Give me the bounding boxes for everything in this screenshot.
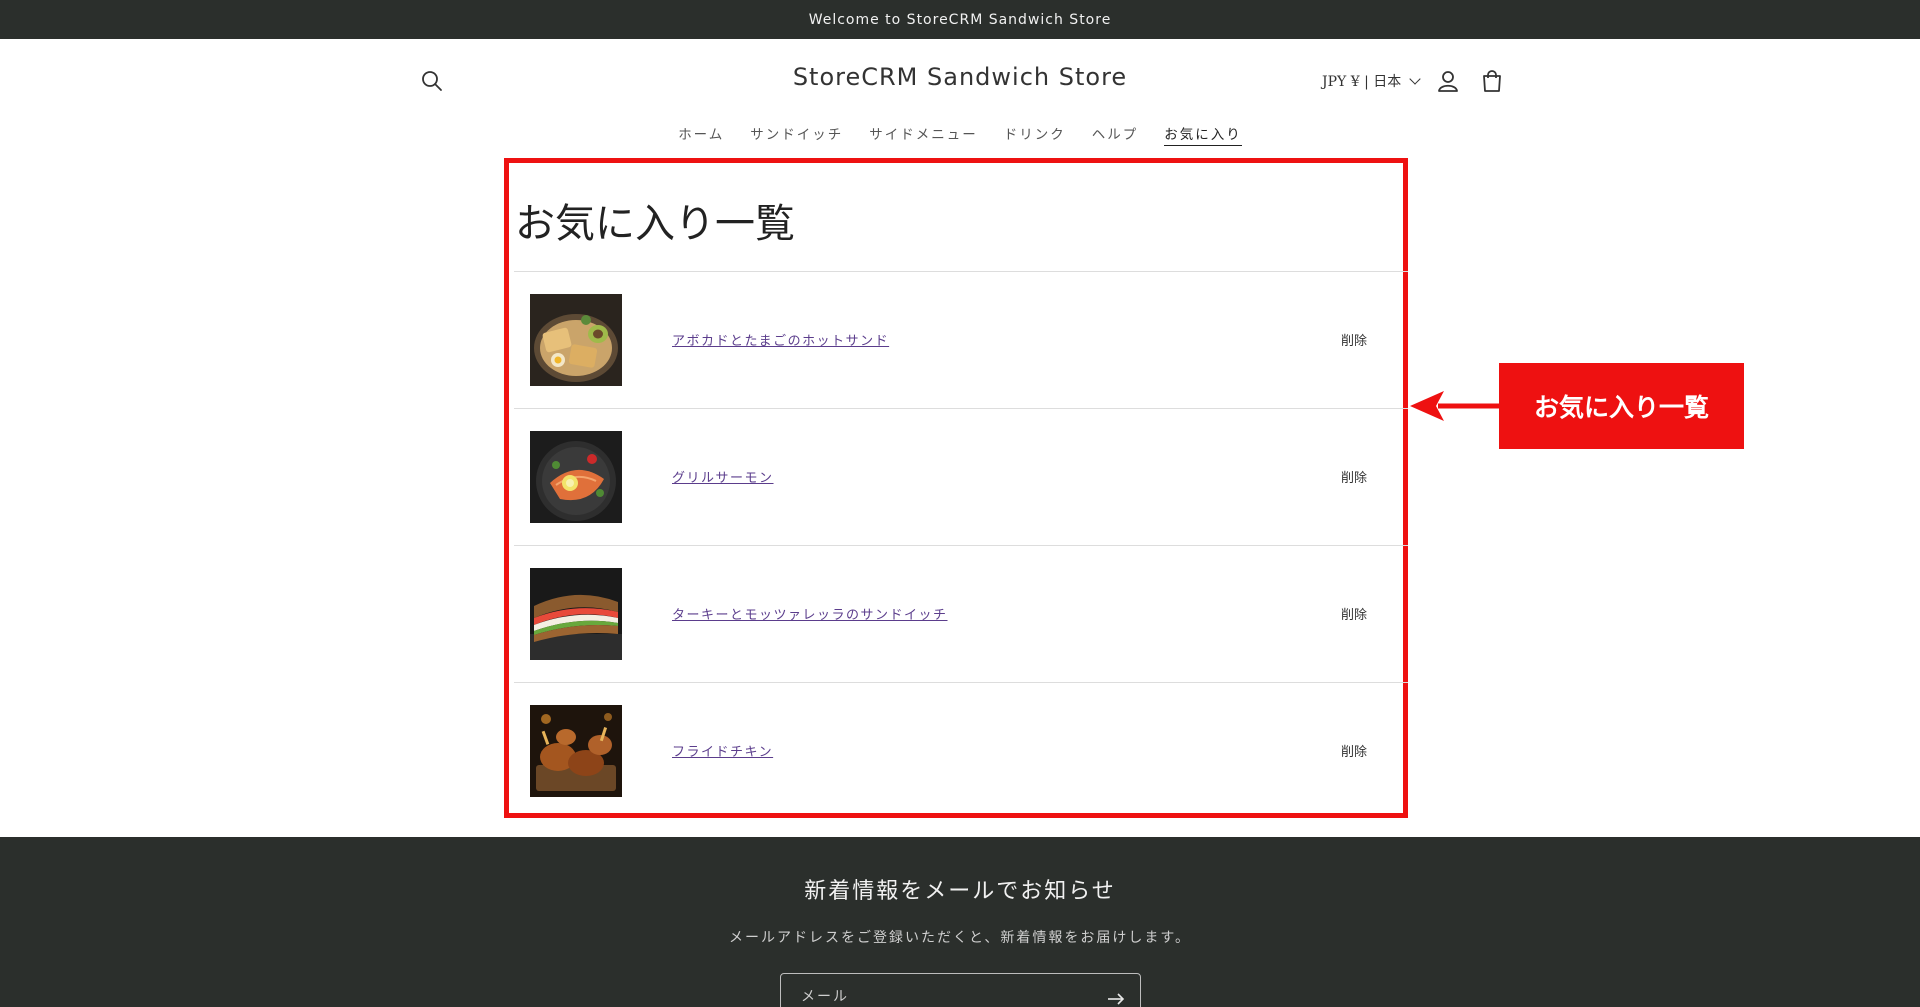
- annotation-callout: お気に入り一覧: [1499, 363, 1744, 449]
- nav-item-side-menu[interactable]: サイドメニュー: [869, 123, 978, 146]
- user-icon: [1438, 71, 1458, 92]
- arrow-right-icon: [1108, 993, 1125, 1005]
- product-thumbnail[interactable]: [530, 705, 622, 797]
- page-title: お気に入り一覧: [515, 201, 795, 247]
- list-item: フライドチキン 削除: [514, 682, 1408, 819]
- search-button[interactable]: [418, 67, 446, 95]
- product-thumbnail[interactable]: [530, 568, 622, 660]
- list-item: アボカドとたまごのホットサンド 削除: [514, 271, 1408, 408]
- currency-selector[interactable]: JPY ¥ | 日本: [1322, 71, 1421, 91]
- newsletter-description: メールアドレスをご登録いただくと、新着情報をお届けします。: [728, 930, 1192, 946]
- arrow-left-icon: [1410, 391, 1500, 421]
- bag-icon: [1483, 70, 1501, 92]
- currency-label: JPY ¥ | 日本: [1322, 74, 1402, 90]
- search-icon: [422, 71, 442, 91]
- nav-item-help[interactable]: ヘルプ: [1092, 123, 1139, 146]
- newsletter-footer: 新着情報をメールでお知らせ メールアドレスをご登録いただくと、新着情報をお届けし…: [0, 837, 1920, 1007]
- list-item: グリルサーモン 削除: [514, 408, 1408, 545]
- nav-item-drink[interactable]: ドリンク: [1004, 123, 1066, 146]
- wishlist-list: アボカドとたまごのホットサンド 削除 グリルサーモン 削除 ターキーとモッツァレ…: [514, 271, 1408, 819]
- subscribe-button[interactable]: [1103, 986, 1129, 1007]
- product-link[interactable]: ターキーとモッツァレッラのサンドイッチ: [672, 604, 948, 623]
- announcement-text: Welcome to StoreCRM Sandwich Store: [808, 11, 1112, 28]
- list-item: ターキーとモッツァレッラのサンドイッチ 削除: [514, 545, 1408, 682]
- store-brand[interactable]: StoreCRM Sandwich Store: [760, 63, 1160, 91]
- email-field[interactable]: [801, 984, 1081, 1007]
- product-thumbnail[interactable]: [530, 431, 622, 523]
- remove-button[interactable]: 削除: [1341, 467, 1367, 486]
- main-nav: ホーム サンドイッチ サイドメニュー ドリンク ヘルプ お気に入り: [0, 123, 1920, 146]
- nav-item-home[interactable]: ホーム: [678, 123, 724, 146]
- email-form: [780, 973, 1141, 1007]
- remove-button[interactable]: 削除: [1341, 330, 1367, 349]
- nav-item-favorites[interactable]: お気に入り: [1164, 123, 1242, 146]
- newsletter-title: 新着情報をメールでお知らせ: [804, 879, 1116, 904]
- announcement-bar: Welcome to StoreCRM Sandwich Store: [0, 0, 1920, 39]
- product-link[interactable]: グリルサーモン: [672, 467, 774, 486]
- remove-button[interactable]: 削除: [1341, 604, 1367, 623]
- product-thumbnail[interactable]: [530, 294, 622, 386]
- remove-button[interactable]: 削除: [1341, 741, 1367, 760]
- wishlist-section: お気に入り一覧 アボカドとたまごのホットサンド 削除 グリルサーモン 削除 ター…: [504, 158, 1408, 818]
- chevron-down-icon: [1409, 73, 1421, 85]
- account-button[interactable]: [1434, 67, 1462, 95]
- cart-button[interactable]: [1478, 67, 1506, 95]
- site-header: StoreCRM Sandwich Store JPY ¥ | 日本 ホーム サ…: [0, 39, 1920, 161]
- product-link[interactable]: フライドチキン: [672, 741, 773, 760]
- product-link[interactable]: アボカドとたまごのホットサンド: [672, 330, 889, 349]
- nav-item-sandwich[interactable]: サンドイッチ: [750, 123, 843, 146]
